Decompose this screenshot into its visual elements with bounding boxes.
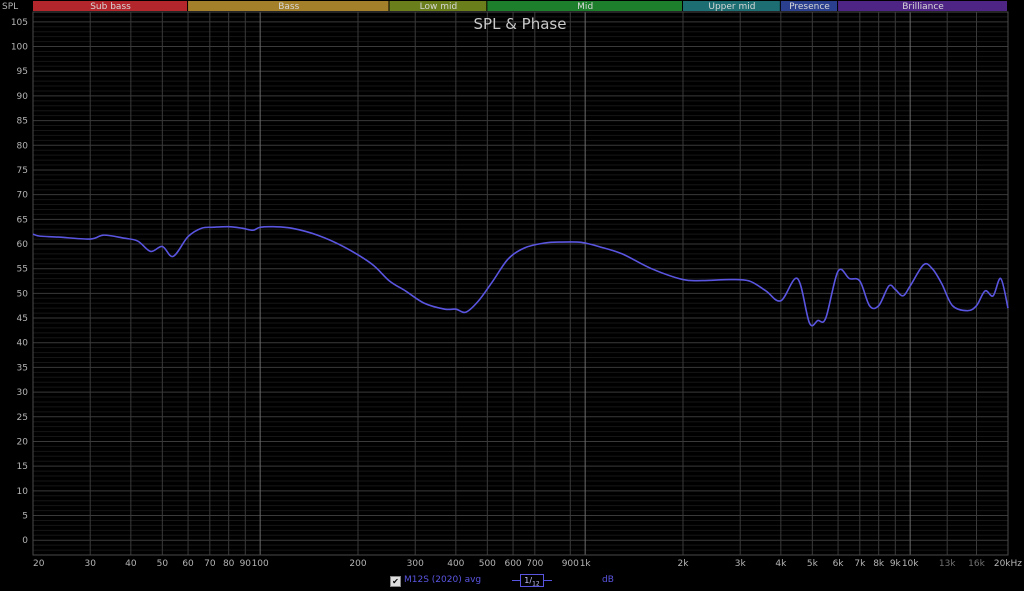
y-tick-label: 30 <box>17 388 29 398</box>
y-tick-label: 40 <box>17 339 29 349</box>
band-label: Bass <box>278 2 299 12</box>
x-tick-label: 500 <box>479 559 496 569</box>
x-tick-label: 100 <box>252 559 269 569</box>
band-label: Low mid <box>420 2 458 12</box>
y-tick-label: 55 <box>17 265 28 275</box>
x-tick-label: 600 <box>504 559 521 569</box>
y-tick-label: 5 <box>22 512 28 522</box>
y-tick-label: 80 <box>17 141 29 151</box>
x-axis-ticks: 20 30 40 50 60 70 80 90 100 200 300 400 500 600 700 900… <box>33 559 1022 569</box>
x-tick-label: 300 <box>407 559 424 569</box>
x-tick-label: 60 <box>182 559 194 569</box>
x-tick-label: 7k <box>854 559 866 569</box>
legend: ✔ M12S (2020) avg 1/12 dB <box>0 574 1024 591</box>
y-tick-label: 0 <box>22 536 28 546</box>
y-tick-label: 95 <box>17 67 28 77</box>
band-label: Sub bass <box>90 2 131 12</box>
x-tick-label: 90 <box>240 559 252 569</box>
y-tick-label: 105 <box>11 18 28 28</box>
x-tick-label: 80 <box>223 559 235 569</box>
band-label: Brilliance <box>902 2 944 12</box>
x-tick-label: 900 <box>562 559 579 569</box>
x-tick-label: 40 <box>125 559 137 569</box>
legend-unit: dB <box>602 575 614 585</box>
x-tick-label: 20 <box>33 559 45 569</box>
smoothing-numerator: 1 <box>524 576 530 585</box>
x-tick-label: 16k <box>968 559 985 569</box>
smoothing-selector[interactable]: 1/12 <box>520 574 544 588</box>
band-label: Presence <box>789 2 830 12</box>
x-tick-label: 20kHz <box>994 559 1022 569</box>
x-tick-label: 3k <box>735 559 747 569</box>
y-tick-label: 70 <box>17 191 29 201</box>
x-tick-label: 30 <box>85 559 97 569</box>
y-tick-label: 20 <box>17 437 29 447</box>
y-tick-label: 25 <box>17 413 28 423</box>
chart-title: SPL & Phase <box>474 15 567 33</box>
y-tick-label: 10 <box>17 487 29 497</box>
y-tick-label: 15 <box>17 462 28 472</box>
y-tick-label: 90 <box>17 92 29 102</box>
smoothing-denominator: 12 <box>532 580 540 588</box>
x-tick-label: 70 <box>204 559 216 569</box>
x-tick-label: 2k <box>678 559 690 569</box>
y-tick-label: 45 <box>17 314 28 324</box>
y-tick-label: 65 <box>17 215 28 225</box>
x-tick-label: 700 <box>526 559 543 569</box>
x-tick-label: 13k <box>939 559 956 569</box>
band-label: Upper mid <box>708 2 755 12</box>
x-tick-label: 200 <box>349 559 366 569</box>
x-tick-label: 8k <box>873 559 885 569</box>
y-tick-label: 85 <box>17 117 28 127</box>
x-tick-label: 10k <box>902 559 919 569</box>
x-tick-label: 50 <box>157 559 169 569</box>
spl-phase-chart: Sub bass Bass Low mid Mid Upper mid Presence B… <box>0 0 1024 574</box>
y-axis-label: SPL <box>2 2 18 12</box>
band-label: Mid <box>577 2 593 12</box>
frequency-bands: Sub bass Bass Low mid Mid Upper mid Presence B… <box>33 1 1007 12</box>
x-tick-label: 9k <box>890 559 902 569</box>
x-tick-label: 400 <box>447 559 464 569</box>
x-tick-label: 5k <box>807 559 819 569</box>
x-tick-label: 6k <box>833 559 845 569</box>
series-visibility-checkbox[interactable]: ✔ <box>390 576 401 587</box>
y-tick-label: 75 <box>17 166 28 176</box>
y-tick-label: 50 <box>17 289 29 299</box>
x-tick-label: 4k <box>775 559 787 569</box>
x-tick-label: 1k <box>580 559 592 569</box>
y-tick-label: 100 <box>11 43 28 53</box>
legend-series-name[interactable]: M12S (2020) avg <box>404 575 481 585</box>
y-tick-label: 60 <box>17 240 29 250</box>
y-tick-label: 35 <box>17 363 28 373</box>
